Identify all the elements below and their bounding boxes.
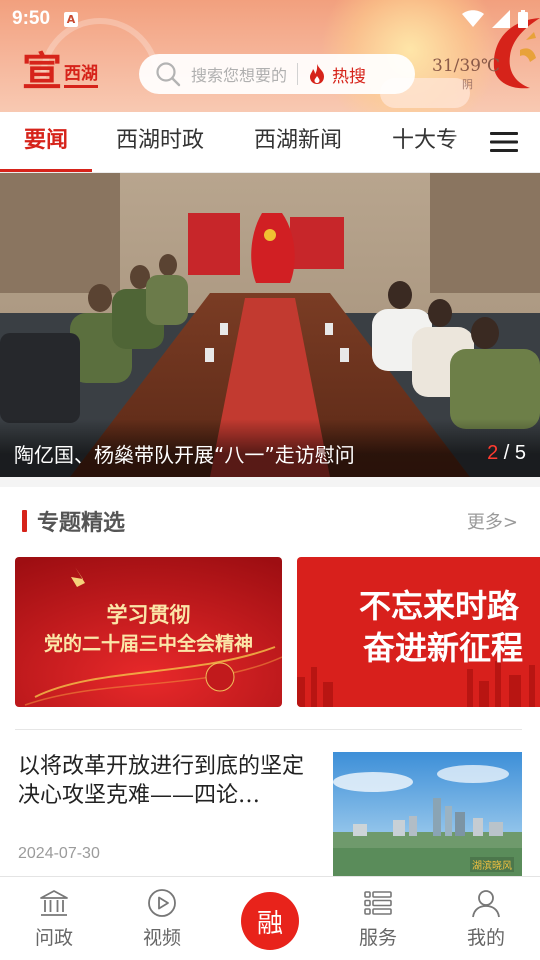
status-time: 9:50 xyxy=(12,8,51,29)
hamburger-menu-icon xyxy=(490,132,518,152)
battery-icon xyxy=(518,10,528,28)
tab-xihu-politics[interactable]: 西湖时政 xyxy=(116,112,204,172)
carousel-pager: 2 / 5 xyxy=(487,442,526,465)
section-title: 专题精选 xyxy=(37,511,126,536)
search-placeholder: 搜索您想要的 xyxy=(191,66,288,85)
topic-line2: 党的二十届三中全会精神 xyxy=(43,633,253,655)
nav-label: 视频 xyxy=(142,927,181,949)
nav-services[interactable]: 服务 xyxy=(324,877,432,960)
weather-widget[interactable]: 31/39℃ 阴 xyxy=(432,56,501,91)
tab-special-topics[interactable]: 十大专 xyxy=(392,112,458,172)
topic-card[interactable]: 不忘来时路 奋进新征程 xyxy=(297,557,540,707)
news-title: 以将改革开放进行到底的坚定决心攻坚克难——四论… xyxy=(18,754,305,808)
channel-tabs: 要闻 西湖时政 西湖新闻 十大专 xyxy=(0,112,540,173)
search-divider xyxy=(297,63,299,85)
play-icon xyxy=(148,889,176,917)
search-icon xyxy=(156,62,181,87)
topic-line1: 学习贯彻 xyxy=(106,602,191,627)
channel-menu-button[interactable] xyxy=(468,112,540,172)
logo-text: 西湖 xyxy=(64,59,98,88)
weather-temp: 31/39℃ xyxy=(432,56,501,76)
section-accent-bar xyxy=(22,510,27,532)
hot-search-button[interactable]: 热搜 xyxy=(308,62,366,87)
carousel-caption-bar: 陶亿国、杨燊带队开展“八一”走访慰问 2 / 5 xyxy=(0,419,540,477)
tab-xihu-news[interactable]: 西湖新闻 xyxy=(254,112,342,172)
status-bar: 9:50 A xyxy=(0,0,540,38)
search-box[interactable]: 搜索您想要的 热搜 xyxy=(139,54,415,94)
section-gap xyxy=(0,477,540,487)
notification-a-icon: A xyxy=(64,11,79,27)
weather-condition: 阴 xyxy=(462,78,473,91)
topic-card[interactable]: 学习贯彻 党的二十届三中全会精神 xyxy=(15,557,282,707)
news-thumbnail: 湖滨晓风 xyxy=(333,752,522,876)
flame-icon xyxy=(310,64,325,84)
wifi-icon xyxy=(462,10,484,27)
bottom-navigation: 问政 视频 服务 我的 融 xyxy=(0,876,540,960)
nav-profile[interactable]: 我的 xyxy=(432,877,540,960)
nav-video[interactable]: 视频 xyxy=(108,877,216,960)
pager-separator: / xyxy=(498,441,515,464)
nav-label: 服务 xyxy=(358,927,397,949)
thumbnail-watermark: 湖滨晓风 xyxy=(470,857,514,872)
news-list-item[interactable]: 以将改革开放进行到底的坚定决心攻坚克难——四论… 2024-07-30 湖滨晓风 xyxy=(18,752,522,876)
news-date: 2024-07-30 xyxy=(18,845,100,862)
user-icon xyxy=(472,890,500,918)
pager-total: 5 xyxy=(514,441,526,464)
topic-cards: 学习贯彻 党的二十届三中全会精神 不忘来时路 奋进新征程 xyxy=(15,557,540,707)
nav-label: 问政 xyxy=(34,927,73,949)
logo-mark: 宣 xyxy=(22,48,62,95)
list-icon xyxy=(364,891,392,915)
hot-search-label: 热搜 xyxy=(332,66,367,87)
list-divider xyxy=(15,729,522,730)
cellular-signal-icon xyxy=(492,10,510,28)
carousel-caption: 陶亿国、杨燊带队开展“八一”走访慰问 xyxy=(14,442,355,467)
topic-line2: 奋进新征程 xyxy=(363,629,524,667)
headline-carousel[interactable]: 陶亿国、杨燊带队开展“八一”走访慰问 2 / 5 xyxy=(0,173,540,477)
nav-wenzheng[interactable]: 问政 xyxy=(0,877,108,960)
media-fusion-button[interactable]: 融 xyxy=(241,892,299,950)
pager-current: 2 xyxy=(487,441,499,464)
building-icon xyxy=(40,890,68,916)
topic-line1: 不忘来时路 xyxy=(359,587,520,625)
more-topics-link[interactable]: 更多> xyxy=(467,508,518,534)
nav-label: 我的 xyxy=(466,927,505,949)
app-header: 9:50 A 宣 西湖 搜索您想要的 热搜 31/39℃ 阴 xyxy=(0,0,540,112)
app-logo: 宣 西湖 xyxy=(22,52,98,92)
tab-headlines[interactable]: 要闻 xyxy=(0,112,93,172)
topic-section-header: 专题精选 更多> xyxy=(22,503,518,539)
